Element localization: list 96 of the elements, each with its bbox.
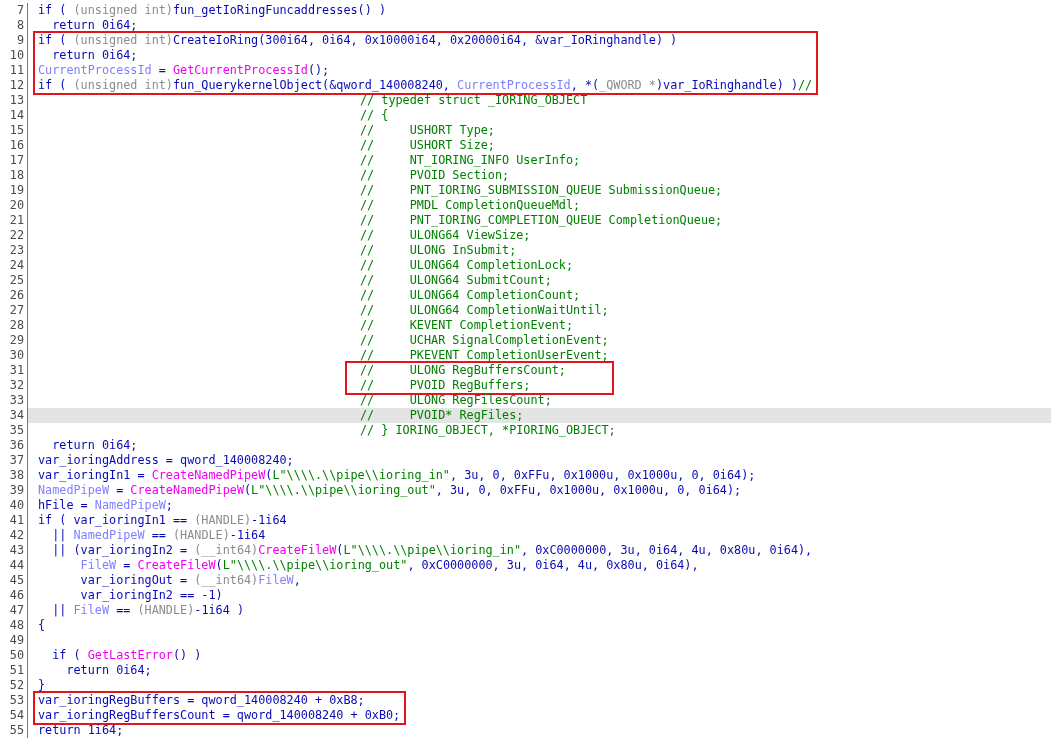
code-line: || (var_ioringIn2 = (__int64)CreateFileW(L"\\\\.\\pipe\\ioring_in", 0xC0000000, 3u, 0i64, 4u, 0x80u, 0i64), xyxy=(51,543,814,558)
line-number: 47 xyxy=(9,603,24,618)
comment-line: // ULONG64 CompletionCount; xyxy=(359,288,582,303)
comment-line: // typedef struct _IORING_OBJECT xyxy=(359,93,589,108)
line-number: 39 xyxy=(9,483,24,498)
line-number: 44 xyxy=(9,558,24,573)
line-number: 25 xyxy=(9,273,24,288)
line-number: 45 xyxy=(9,573,24,588)
code-line: if ( GetLastError() ) xyxy=(51,648,203,663)
line-number: 33 xyxy=(9,393,24,408)
comment-line: // USHORT Type; xyxy=(359,123,496,138)
line-number: 7 xyxy=(16,3,24,18)
line-number: 53 xyxy=(9,693,24,708)
line-number: 27 xyxy=(9,303,24,318)
line-number: 54 xyxy=(9,708,24,723)
line-number: 16 xyxy=(9,138,24,153)
line-number: 11 xyxy=(9,63,24,78)
code-line: return 0i64; xyxy=(51,438,139,453)
comment-line: // } IORING_OBJECT, *PIORING_OBJECT; xyxy=(359,423,617,438)
comment-line: // ULONG RegFilesCount; xyxy=(359,393,553,408)
code-line: return 0i64; xyxy=(51,48,139,63)
comment-line: // ULONG64 ViewSize; xyxy=(359,228,532,243)
code-line: var_ioringIn1 = CreateNamedPipeW(L"\\\\.\\pipe\\ioring_in", 3u, 0, 0xFFu, 0x1000u, 0x1000u, 0, 0i64); xyxy=(37,468,757,483)
code-line: if ( (unsigned int)fun_getIoRingFuncaddresses() ) xyxy=(37,3,388,18)
line-number: 37 xyxy=(9,453,24,468)
line-number: 9 xyxy=(16,33,24,48)
line-number: 20 xyxy=(9,198,24,213)
comment-line: // USHORT Size; xyxy=(359,138,496,153)
line-number: 49 xyxy=(9,633,24,648)
code-line: if ( var_ioringIn1 == (HANDLE)-1i64 xyxy=(37,513,288,528)
line-number: 15 xyxy=(9,123,24,138)
comment-line: // ULONG RegBuffersCount; xyxy=(359,363,566,378)
line-number: 23 xyxy=(9,243,24,258)
code-line: var_ioringOut = (__int64)FileW, xyxy=(79,573,302,588)
comment-line: // ULONG64 CompletionWaitUntil; xyxy=(359,303,610,318)
line-number: 19 xyxy=(9,183,24,198)
line-number: 43 xyxy=(9,543,24,558)
comment-line: // PNT_IORING_SUBMISSION_QUEUE SubmissionQueue; xyxy=(359,183,724,198)
code-line: } xyxy=(37,678,47,693)
code-line: FileW = CreateFileW(L"\\\\.\\pipe\\ioring_out", 0xC0000000, 3u, 0i64, 4u, 0x80u, 0i64), xyxy=(79,558,700,573)
code-line: CurrentProcessId = GetCurrentProcessId(); xyxy=(37,63,331,78)
code-line: return 0i64; xyxy=(65,663,153,678)
line-number: 32 xyxy=(9,378,24,393)
line-number: 8 xyxy=(16,18,24,33)
code-line: { xyxy=(37,618,47,633)
line-number: 26 xyxy=(9,288,24,303)
line-number: 18 xyxy=(9,168,24,183)
line-number: 42 xyxy=(9,528,24,543)
line-number: 35 xyxy=(9,423,24,438)
comment-line: // PKEVENT CompletionUserEvent; xyxy=(359,348,610,363)
line-number: 50 xyxy=(9,648,24,663)
code-line: return 1i64; xyxy=(37,723,125,738)
line-number: 31 xyxy=(9,363,24,378)
line-number: 46 xyxy=(9,588,24,603)
line-number: 41 xyxy=(9,513,24,528)
line-number: 21 xyxy=(9,213,24,228)
line-number: 36 xyxy=(9,438,24,453)
code-line: if ( (unsigned int)fun_QuerykernelObject(&qword_140008240, CurrentProcessId, *(_QWORD *)var_IoRinghandle) )// xyxy=(37,78,813,93)
line-number: 52 xyxy=(9,678,24,693)
line-number: 55 xyxy=(9,723,24,738)
comment-line: // { xyxy=(359,108,390,123)
line-number: 29 xyxy=(9,333,24,348)
code-line: return 0i64; xyxy=(51,18,139,33)
code-line: if ( (unsigned int)CreateIoRing(300i64, 0i64, 0x10000i64, 0x20000i64, &var_IoRinghandle) ) xyxy=(37,33,679,48)
comment-line: // PVOID Section; xyxy=(359,168,511,183)
comment-line: // KEVENT CompletionEvent; xyxy=(359,318,575,333)
comment-line: // ULONG64 SubmitCount; xyxy=(359,273,553,288)
line-number: 10 xyxy=(9,48,24,63)
line-number: 30 xyxy=(9,348,24,363)
comment-line: // UCHAR SignalCompletionEvent; xyxy=(359,333,610,348)
code-line: var_ioringRegBuffers = qword_140008240 + 0xB8; xyxy=(37,693,366,708)
line-number: 48 xyxy=(9,618,24,633)
comment-line: // PVOID RegBuffers; xyxy=(359,378,532,393)
line-number: 28 xyxy=(9,318,24,333)
comment-line: // PNT_IORING_COMPLETION_QUEUE CompletionQueue; xyxy=(359,213,724,228)
comment-line: // NT_IORING_INFO UserInfo; xyxy=(359,153,582,168)
code-line: var_ioringRegBuffersCount = qword_140008240 + 0xB0; xyxy=(37,708,401,723)
comment-line: // ULONG InSubmit; xyxy=(359,243,518,258)
code-line: var_ioringAddress = qword_140008240; xyxy=(37,453,295,468)
line-number: 14 xyxy=(9,108,24,123)
line-number: 38 xyxy=(9,468,24,483)
line-number: 24 xyxy=(9,258,24,273)
code-line: || FileW == (HANDLE)-1i64 ) xyxy=(51,603,245,618)
line-number: 13 xyxy=(9,93,24,108)
comment-line: // PMDL CompletionQueueMdl; xyxy=(359,198,582,213)
line-number: 22 xyxy=(9,228,24,243)
code-line: var_ioringIn2 == -1) xyxy=(79,588,224,603)
line-number: 12 xyxy=(9,78,24,93)
line-number: 51 xyxy=(9,663,24,678)
code-line: || NamedPipeW == (HANDLE)-1i64 xyxy=(51,528,267,543)
comment-line: // ULONG64 CompletionLock; xyxy=(359,258,575,273)
code-line: hFile = NamedPipeW; xyxy=(37,498,174,513)
line-number: 40 xyxy=(9,498,24,513)
line-number: 34 xyxy=(9,408,24,423)
line-number: 17 xyxy=(9,153,24,168)
code-line: NamedPipeW = CreateNamedPipeW(L"\\\\.\\pipe\\ioring_out", 3u, 0, 0xFFu, 0x1000u, 0x1000u, 0, 0i64); xyxy=(37,483,743,498)
